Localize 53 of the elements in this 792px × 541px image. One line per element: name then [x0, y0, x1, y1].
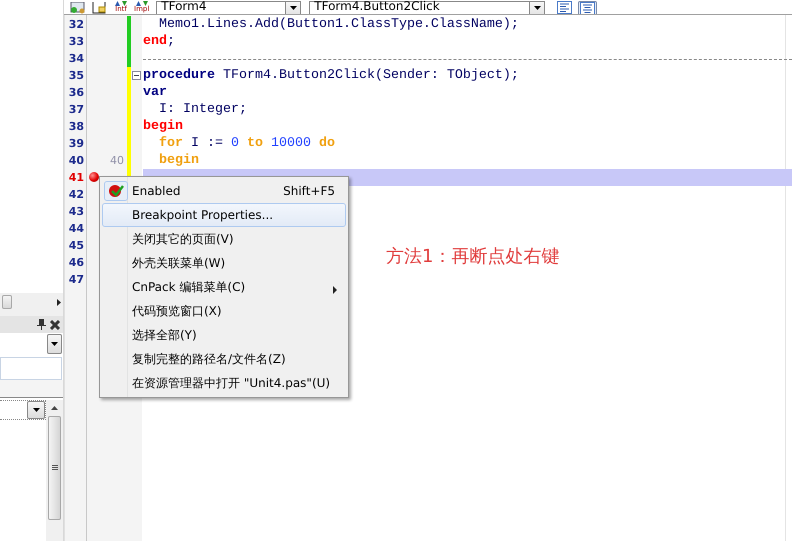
menu-item[interactable]: 在资源管理器中打开 "Unit4.pas"(U): [102, 371, 346, 395]
code-line: end;: [143, 34, 175, 49]
menu-item[interactable]: 外壳关联菜单(W): [102, 251, 346, 275]
code-line: procedure TForm4.Button2Click(Sender: TObject);: [143, 68, 519, 83]
annotation-text: 方法1：再断点处右键: [386, 246, 560, 267]
line-number: 40: [68, 154, 85, 167]
gutter-marker: 40: [110, 154, 124, 167]
unit-combo-box[interactable]: TForm4: [156, 1, 302, 14]
line-number: 37: [68, 103, 85, 116]
scroll-thumb[interactable]: [48, 416, 61, 520]
line-number: 32: [68, 18, 85, 31]
menu-item[interactable]: Enabled Shift+F5: [102, 179, 346, 203]
menu-item[interactable]: 关闭其它的页面(V): [102, 227, 346, 251]
code-line: I: Integer;: [158, 102, 247, 117]
form-icon[interactable]: [70, 2, 86, 14]
line-number: 33: [68, 35, 85, 48]
code-line: for I := 0 to 10000 do: [158, 136, 335, 151]
line-number: 42: [68, 188, 85, 201]
dropdown-icon[interactable]: [47, 334, 62, 354]
menu-item[interactable]: Breakpoint Properties...: [102, 203, 346, 227]
horizontal-scrollbar[interactable]: [0, 293, 63, 311]
input-field[interactable]: [0, 357, 62, 380]
line-number: 47: [68, 273, 85, 286]
line-number: 46: [68, 256, 85, 269]
line-number: 38: [68, 120, 85, 133]
line-number: 36: [68, 86, 85, 99]
code-line: Memo1.Lines.Add(Button1.ClassType.ClassName);: [158, 17, 519, 32]
line-number: 44: [68, 222, 85, 235]
code-line: begin: [158, 153, 199, 168]
line-number: 35: [68, 69, 85, 82]
menu-item[interactable]: 代码预览窗口(X): [102, 299, 346, 323]
menu-item[interactable]: 复制完整的路径名/文件名(Z): [102, 347, 346, 371]
scroll-thumb[interactable]: [2, 295, 12, 309]
close-icon[interactable]: [50, 320, 60, 330]
unit-icon[interactable]: [92, 2, 108, 14]
dropdown-icon[interactable]: [27, 401, 45, 419]
up-arrow-icon[interactable]: [51, 406, 58, 410]
line-number: 34: [68, 52, 85, 65]
vertical-scrollbar[interactable]: [46, 400, 63, 541]
line-number: 41: [68, 171, 85, 184]
line-number: 39: [68, 137, 85, 150]
method-combo-box[interactable]: TForm4.Button2Click: [309, 1, 546, 14]
menu-item[interactable]: 选择全部(Y): [102, 323, 346, 347]
menu-item[interactable]: CnPack 编辑菜单(C): [102, 275, 346, 299]
line-number: 43: [68, 205, 85, 218]
collapse-icon[interactable]: [132, 71, 140, 80]
align-center-icon[interactable]: [578, 1, 598, 14]
line-number: 45: [68, 239, 85, 252]
code-line: begin: [143, 119, 183, 134]
right-arrow-icon[interactable]: [57, 298, 61, 306]
align-left-icon[interactable]: [555, 1, 574, 14]
code-line: var: [143, 85, 167, 100]
pin-icon[interactable]: [37, 319, 46, 330]
